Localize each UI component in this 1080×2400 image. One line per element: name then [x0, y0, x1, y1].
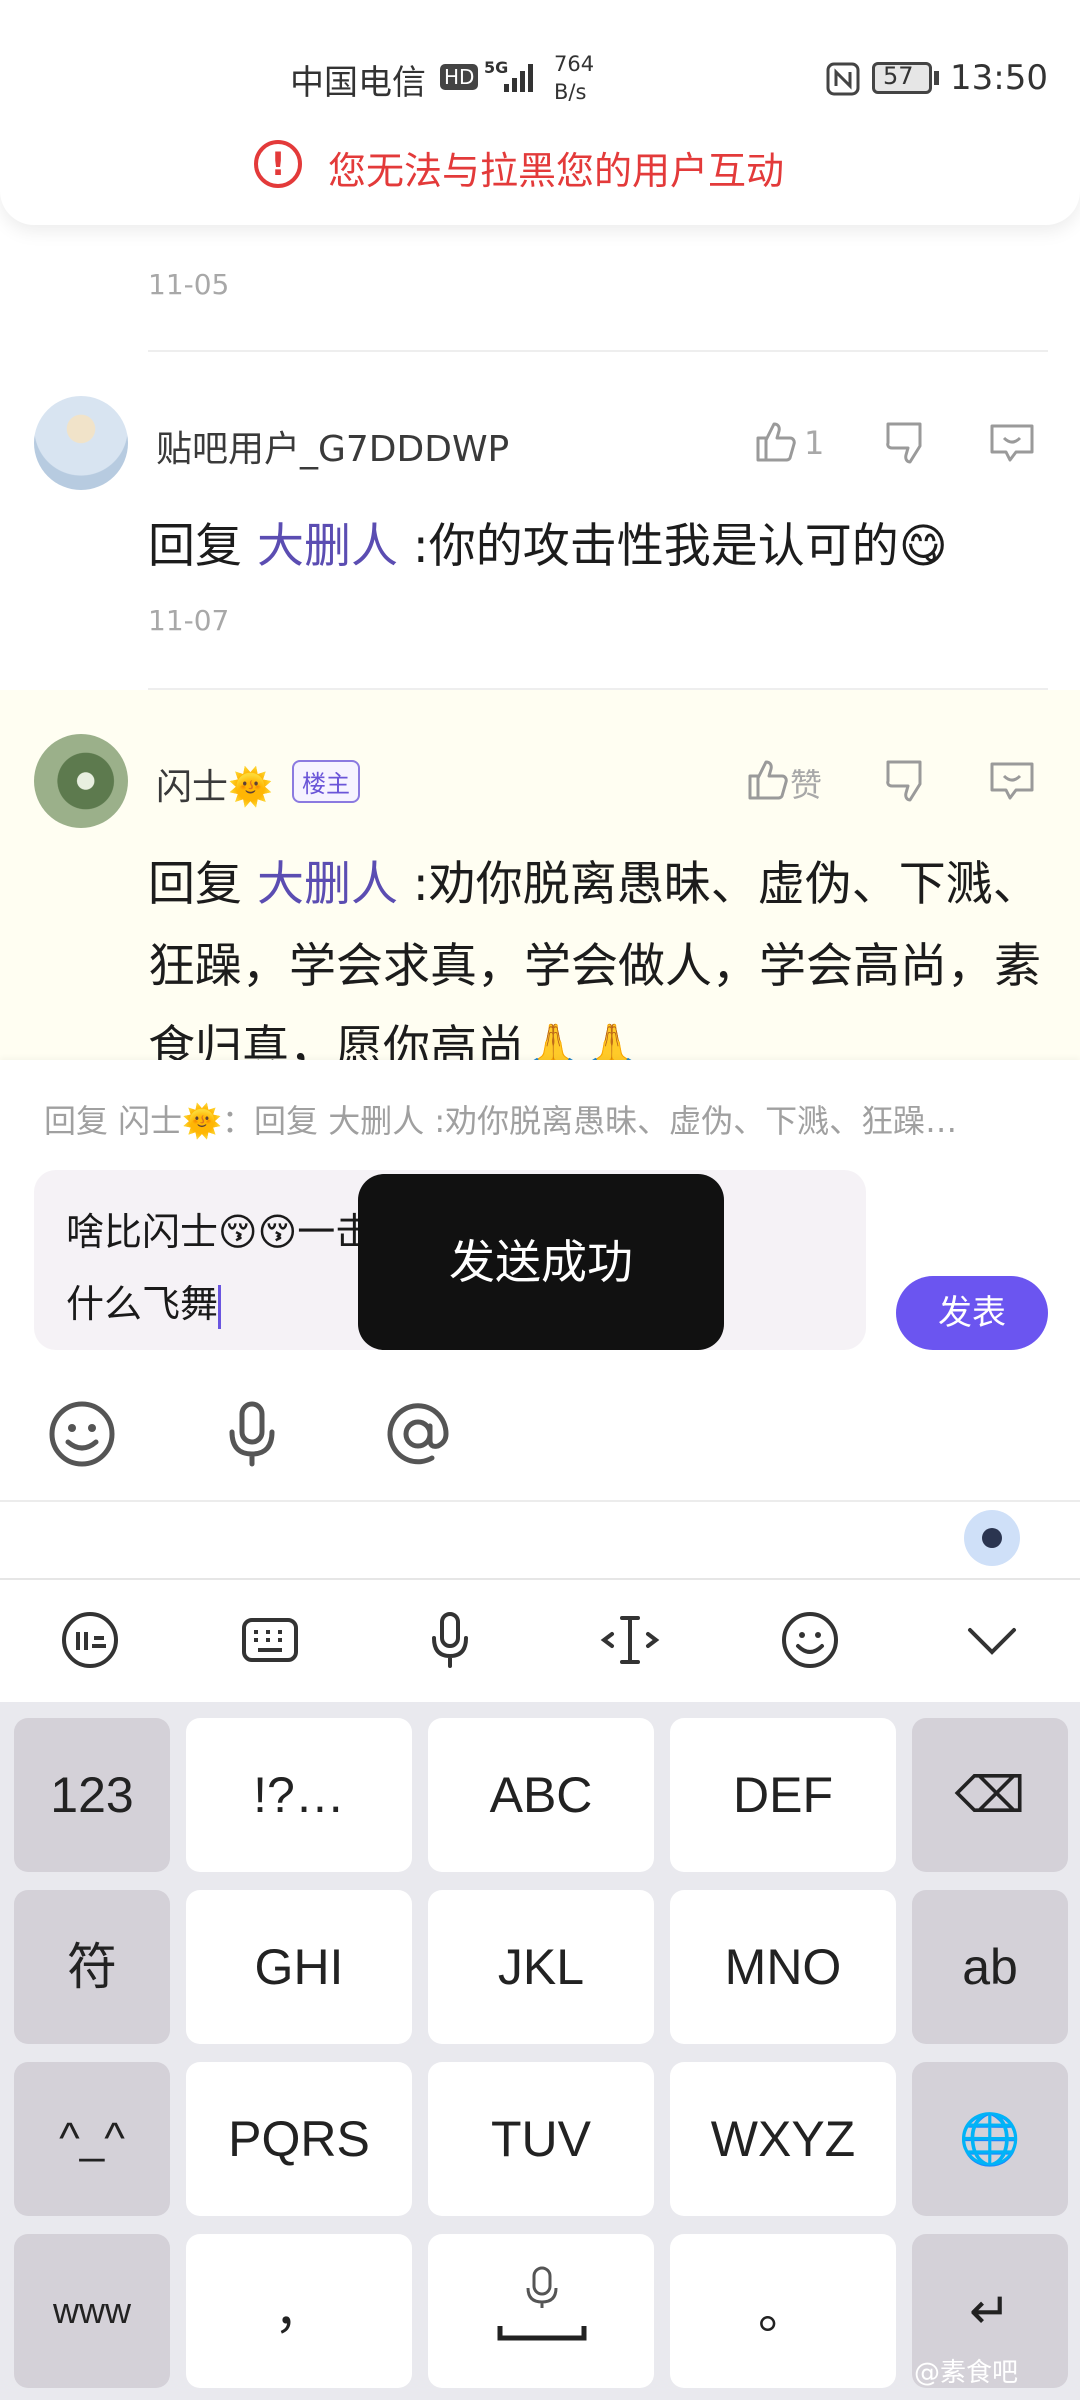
keyboard-emoji-icon[interactable]: [778, 1608, 842, 1672]
key-tuv[interactable]: TUV: [428, 2062, 654, 2216]
space-mic-icon: [497, 2266, 587, 2341]
comment-date: 11-05: [148, 268, 230, 301]
key-ghi[interactable]: GHI: [186, 1890, 412, 2044]
avatar[interactable]: [34, 734, 128, 828]
mention-link[interactable]: 大删人: [257, 857, 398, 912]
key-comma[interactable]: ，: [186, 2234, 412, 2388]
blocked-warning-text: 您无法与拉黑您的用户互动: [328, 149, 785, 193]
avatar[interactable]: [34, 396, 128, 490]
like-count: 1: [804, 424, 825, 462]
net-speed-value: 764: [554, 52, 595, 76]
key-mno[interactable]: MNO: [670, 1890, 896, 2044]
key-pqrs[interactable]: PQRS: [186, 2062, 412, 2216]
key-symbols[interactable]: 符: [14, 1890, 170, 2044]
emoji-yum: 😋: [898, 519, 948, 574]
voice-input-icon[interactable]: [418, 1608, 482, 1672]
key-period[interactable]: 。: [670, 2234, 896, 2388]
keyboard-toolbar: [0, 1578, 1080, 1702]
emoji-icon[interactable]: [46, 1398, 118, 1470]
toast-message: 发送成功: [358, 1174, 724, 1350]
thumbs-down-icon[interactable]: [880, 416, 932, 468]
hd-badge: HD: [440, 64, 479, 90]
key-abc[interactable]: ABC: [428, 1718, 654, 1872]
reply-bubble-icon[interactable]: [986, 754, 1038, 806]
comment-text: 回复 大删人 :劝你脱离愚昧、虚伪、下溅、狂躁，学会求真，学会做人，学会高尚，素…: [148, 857, 1041, 1076]
key-www[interactable]: www: [14, 2234, 170, 2388]
signal-icon: [504, 64, 533, 92]
keyboard-layout-icon[interactable]: [238, 1608, 302, 1672]
key-backspace[interactable]: ⌫: [912, 1718, 1068, 1872]
key-globe[interactable]: 🌐: [912, 2062, 1068, 2216]
clock: 13:50: [950, 58, 1048, 98]
thumbs-up-icon[interactable]: [740, 754, 792, 806]
warning-icon: !: [254, 140, 302, 188]
comment-text: 回复 大删人 :你的攻击性我是认可的😋: [148, 519, 948, 574]
voice-icon[interactable]: [216, 1398, 288, 1470]
mention-link[interactable]: 大删人: [257, 519, 398, 574]
cursor-move-icon[interactable]: [598, 1608, 662, 1672]
net-speed-unit: B/s: [554, 80, 587, 104]
reply-quote: 回复 闪士🌞：回复 大删人 :劝你脱离愚昧、虚伪、下溅、狂躁…: [44, 1102, 958, 1140]
battery-level: 57: [883, 62, 914, 90]
nfc-icon: [826, 62, 860, 96]
key-def[interactable]: DEF: [670, 1718, 896, 1872]
handwriting-icon[interactable]: [58, 1608, 122, 1672]
keyboard-top-strip: [0, 1500, 1080, 1578]
battery-icon: 57: [872, 62, 932, 94]
send-button[interactable]: 发表: [896, 1276, 1048, 1350]
thumbs-down-icon[interactable]: [880, 754, 932, 806]
key-emoticon[interactable]: ^_^: [14, 2062, 170, 2216]
carrier-label: 中国电信: [290, 63, 426, 103]
chevron-down-icon[interactable]: [960, 1608, 1024, 1672]
key-punctuation[interactable]: !?…: [186, 1718, 412, 1872]
top-banner-card: 中国电信 HD 5G 764 B/s 57 13:50 ! 您无法与拉黑您的用户…: [0, 0, 1080, 225]
comment-date: 11-07: [148, 604, 230, 637]
at-mention-icon[interactable]: [382, 1398, 454, 1470]
op-badge: 楼主: [292, 760, 360, 803]
like-label: 赞: [790, 766, 823, 804]
key-123[interactable]: 123: [14, 1718, 170, 1872]
thumbs-up-icon[interactable]: [748, 416, 800, 468]
divider: [148, 350, 1048, 352]
assistant-icon[interactable]: [964, 1510, 1020, 1566]
key-space[interactable]: [428, 2234, 654, 2388]
watermark: @素食吧: [914, 2358, 1019, 2388]
username[interactable]: 闪士🌞: [156, 758, 273, 810]
reply-bubble-icon[interactable]: [986, 416, 1038, 468]
key-jkl[interactable]: JKL: [428, 1890, 654, 2044]
username[interactable]: 贴吧用户_G7DDDWP: [156, 420, 509, 472]
text-caret: [218, 1284, 222, 1329]
key-wxyz[interactable]: WXYZ: [670, 2062, 896, 2216]
key-ab[interactable]: ab: [912, 1890, 1068, 2044]
